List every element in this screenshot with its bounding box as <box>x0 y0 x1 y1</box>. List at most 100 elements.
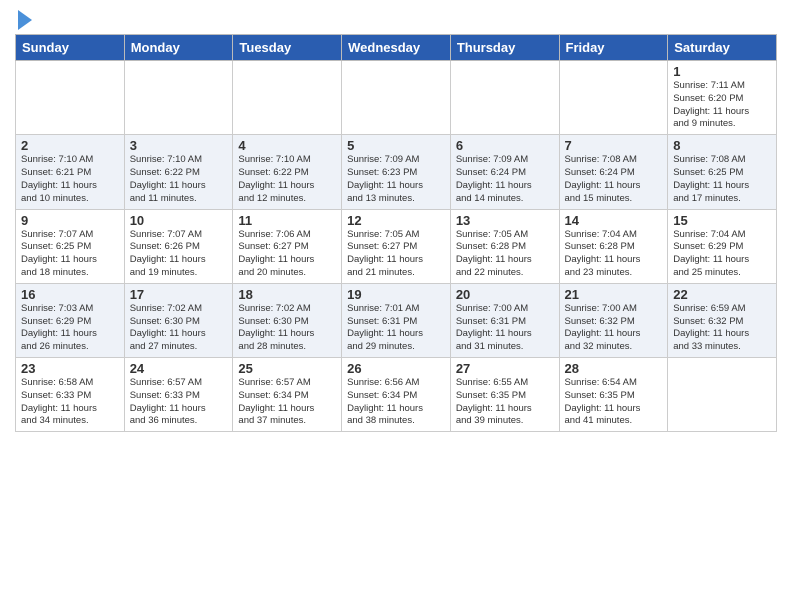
day-number: 18 <box>238 287 336 302</box>
day-info: Sunrise: 7:04 AMSunset: 6:28 PMDaylight:… <box>565 229 663 280</box>
day-number: 24 <box>130 361 228 376</box>
day-number: 4 <box>238 138 336 153</box>
calendar-cell: 2Sunrise: 7:10 AMSunset: 6:21 PMDaylight… <box>16 135 125 209</box>
day-info: Sunrise: 7:09 AMSunset: 6:24 PMDaylight:… <box>456 154 554 205</box>
calendar-cell: 16Sunrise: 7:03 AMSunset: 6:29 PMDayligh… <box>16 283 125 357</box>
calendar-cell <box>450 61 559 135</box>
calendar-cell: 4Sunrise: 7:10 AMSunset: 6:22 PMDaylight… <box>233 135 342 209</box>
weekday-header-tuesday: Tuesday <box>233 35 342 61</box>
day-info: Sunrise: 7:10 AMSunset: 6:22 PMDaylight:… <box>238 154 336 205</box>
day-info: Sunrise: 7:05 AMSunset: 6:27 PMDaylight:… <box>347 229 445 280</box>
calendar-cell: 7Sunrise: 7:08 AMSunset: 6:24 PMDaylight… <box>559 135 668 209</box>
day-number: 15 <box>673 213 771 228</box>
calendar-cell: 25Sunrise: 6:57 AMSunset: 6:34 PMDayligh… <box>233 358 342 432</box>
day-number: 17 <box>130 287 228 302</box>
day-info: Sunrise: 7:06 AMSunset: 6:27 PMDaylight:… <box>238 229 336 280</box>
calendar-cell: 3Sunrise: 7:10 AMSunset: 6:22 PMDaylight… <box>124 135 233 209</box>
calendar-week-row: 16Sunrise: 7:03 AMSunset: 6:29 PMDayligh… <box>16 283 777 357</box>
calendar-cell <box>668 358 777 432</box>
day-info: Sunrise: 7:07 AMSunset: 6:25 PMDaylight:… <box>21 229 119 280</box>
calendar-cell: 1Sunrise: 7:11 AMSunset: 6:20 PMDaylight… <box>668 61 777 135</box>
calendar-week-row: 23Sunrise: 6:58 AMSunset: 6:33 PMDayligh… <box>16 358 777 432</box>
day-number: 1 <box>673 64 771 79</box>
day-info: Sunrise: 7:08 AMSunset: 6:25 PMDaylight:… <box>673 154 771 205</box>
calendar-cell: 24Sunrise: 6:57 AMSunset: 6:33 PMDayligh… <box>124 358 233 432</box>
day-info: Sunrise: 6:55 AMSunset: 6:35 PMDaylight:… <box>456 377 554 428</box>
calendar-cell: 14Sunrise: 7:04 AMSunset: 6:28 PMDayligh… <box>559 209 668 283</box>
day-number: 2 <box>21 138 119 153</box>
day-info: Sunrise: 6:59 AMSunset: 6:32 PMDaylight:… <box>673 303 771 354</box>
calendar-cell <box>16 61 125 135</box>
calendar-cell: 8Sunrise: 7:08 AMSunset: 6:25 PMDaylight… <box>668 135 777 209</box>
calendar-cell: 11Sunrise: 7:06 AMSunset: 6:27 PMDayligh… <box>233 209 342 283</box>
day-number: 5 <box>347 138 445 153</box>
calendar-cell <box>559 61 668 135</box>
logo-arrow-icon <box>18 10 32 30</box>
day-info: Sunrise: 7:10 AMSunset: 6:22 PMDaylight:… <box>130 154 228 205</box>
day-info: Sunrise: 6:56 AMSunset: 6:34 PMDaylight:… <box>347 377 445 428</box>
day-info: Sunrise: 6:57 AMSunset: 6:33 PMDaylight:… <box>130 377 228 428</box>
calendar-cell: 9Sunrise: 7:07 AMSunset: 6:25 PMDaylight… <box>16 209 125 283</box>
day-number: 12 <box>347 213 445 228</box>
weekday-header-friday: Friday <box>559 35 668 61</box>
calendar-cell: 15Sunrise: 7:04 AMSunset: 6:29 PMDayligh… <box>668 209 777 283</box>
day-number: 6 <box>456 138 554 153</box>
calendar-week-row: 1Sunrise: 7:11 AMSunset: 6:20 PMDaylight… <box>16 61 777 135</box>
day-info: Sunrise: 6:54 AMSunset: 6:35 PMDaylight:… <box>565 377 663 428</box>
day-info: Sunrise: 7:03 AMSunset: 6:29 PMDaylight:… <box>21 303 119 354</box>
day-number: 20 <box>456 287 554 302</box>
day-info: Sunrise: 7:10 AMSunset: 6:21 PMDaylight:… <box>21 154 119 205</box>
calendar-cell <box>342 61 451 135</box>
page-container: SundayMondayTuesdayWednesdayThursdayFrid… <box>0 0 792 442</box>
calendar-cell: 19Sunrise: 7:01 AMSunset: 6:31 PMDayligh… <box>342 283 451 357</box>
day-info: Sunrise: 6:57 AMSunset: 6:34 PMDaylight:… <box>238 377 336 428</box>
calendar-week-row: 2Sunrise: 7:10 AMSunset: 6:21 PMDaylight… <box>16 135 777 209</box>
day-number: 23 <box>21 361 119 376</box>
calendar-cell: 21Sunrise: 7:00 AMSunset: 6:32 PMDayligh… <box>559 283 668 357</box>
day-number: 11 <box>238 213 336 228</box>
weekday-header-sunday: Sunday <box>16 35 125 61</box>
calendar-cell: 13Sunrise: 7:05 AMSunset: 6:28 PMDayligh… <box>450 209 559 283</box>
day-info: Sunrise: 7:00 AMSunset: 6:31 PMDaylight:… <box>456 303 554 354</box>
day-info: Sunrise: 7:02 AMSunset: 6:30 PMDaylight:… <box>130 303 228 354</box>
day-number: 26 <box>347 361 445 376</box>
day-number: 19 <box>347 287 445 302</box>
calendar-cell: 10Sunrise: 7:07 AMSunset: 6:26 PMDayligh… <box>124 209 233 283</box>
calendar-header-row: SundayMondayTuesdayWednesdayThursdayFrid… <box>16 35 777 61</box>
day-number: 25 <box>238 361 336 376</box>
calendar-cell <box>124 61 233 135</box>
calendar-cell: 18Sunrise: 7:02 AMSunset: 6:30 PMDayligh… <box>233 283 342 357</box>
day-number: 8 <box>673 138 771 153</box>
day-number: 27 <box>456 361 554 376</box>
day-number: 21 <box>565 287 663 302</box>
day-info: Sunrise: 7:00 AMSunset: 6:32 PMDaylight:… <box>565 303 663 354</box>
calendar-table: SundayMondayTuesdayWednesdayThursdayFrid… <box>15 34 777 432</box>
day-info: Sunrise: 7:02 AMSunset: 6:30 PMDaylight:… <box>238 303 336 354</box>
calendar-cell: 26Sunrise: 6:56 AMSunset: 6:34 PMDayligh… <box>342 358 451 432</box>
day-number: 7 <box>565 138 663 153</box>
header <box>15 10 777 30</box>
day-info: Sunrise: 7:08 AMSunset: 6:24 PMDaylight:… <box>565 154 663 205</box>
weekday-header-wednesday: Wednesday <box>342 35 451 61</box>
day-number: 28 <box>565 361 663 376</box>
day-number: 9 <box>21 213 119 228</box>
calendar-week-row: 9Sunrise: 7:07 AMSunset: 6:25 PMDaylight… <box>16 209 777 283</box>
calendar-cell: 20Sunrise: 7:00 AMSunset: 6:31 PMDayligh… <box>450 283 559 357</box>
day-number: 3 <box>130 138 228 153</box>
calendar-cell: 27Sunrise: 6:55 AMSunset: 6:35 PMDayligh… <box>450 358 559 432</box>
day-info: Sunrise: 6:58 AMSunset: 6:33 PMDaylight:… <box>21 377 119 428</box>
day-number: 10 <box>130 213 228 228</box>
weekday-header-monday: Monday <box>124 35 233 61</box>
day-number: 16 <box>21 287 119 302</box>
day-info: Sunrise: 7:11 AMSunset: 6:20 PMDaylight:… <box>673 80 771 131</box>
day-info: Sunrise: 7:09 AMSunset: 6:23 PMDaylight:… <box>347 154 445 205</box>
calendar-cell: 28Sunrise: 6:54 AMSunset: 6:35 PMDayligh… <box>559 358 668 432</box>
day-info: Sunrise: 7:04 AMSunset: 6:29 PMDaylight:… <box>673 229 771 280</box>
day-number: 14 <box>565 213 663 228</box>
calendar-cell: 17Sunrise: 7:02 AMSunset: 6:30 PMDayligh… <box>124 283 233 357</box>
calendar-cell: 12Sunrise: 7:05 AMSunset: 6:27 PMDayligh… <box>342 209 451 283</box>
day-info: Sunrise: 7:07 AMSunset: 6:26 PMDaylight:… <box>130 229 228 280</box>
calendar-cell: 6Sunrise: 7:09 AMSunset: 6:24 PMDaylight… <box>450 135 559 209</box>
day-info: Sunrise: 7:05 AMSunset: 6:28 PMDaylight:… <box>456 229 554 280</box>
weekday-header-thursday: Thursday <box>450 35 559 61</box>
